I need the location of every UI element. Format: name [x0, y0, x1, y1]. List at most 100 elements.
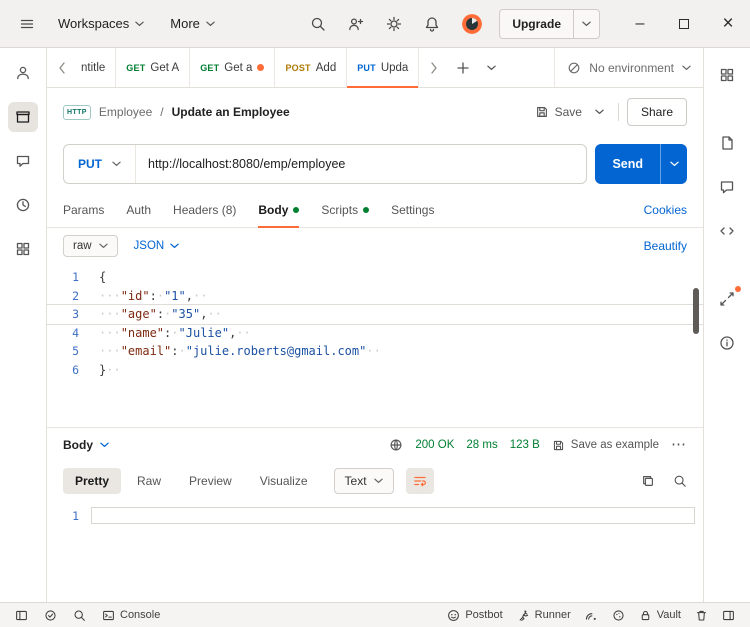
tab-body[interactable]: Body: [258, 192, 300, 228]
environment-selector[interactable]: No environment: [554, 48, 703, 87]
copy-response-icon[interactable]: [641, 474, 655, 488]
trash-icon[interactable]: [688, 603, 715, 627]
view-raw-button[interactable]: Raw: [125, 468, 173, 494]
capture-requests-icon[interactable]: [578, 603, 605, 627]
search-icon[interactable]: [303, 9, 333, 39]
status-bar: Console Postbot Runner Vault: [0, 602, 750, 627]
save-button[interactable]: Save: [535, 105, 582, 119]
send-button[interactable]: Send: [595, 144, 660, 184]
cookies-link[interactable]: Cookies: [644, 192, 687, 227]
beautify-link[interactable]: Beautify: [644, 239, 687, 253]
wrap-lines-icon[interactable]: [405, 468, 434, 494]
response-body-selector[interactable]: Body: [63, 438, 109, 452]
tab-options-chevron-icon[interactable]: [477, 48, 505, 87]
url-input[interactable]: [136, 145, 587, 183]
status-check-icon[interactable]: [37, 603, 64, 627]
breadcrumb-collection[interactable]: Employee: [99, 105, 152, 119]
save-as-example-button[interactable]: Save as example: [552, 439, 659, 452]
request-tab[interactable]: GET Get a: [190, 48, 276, 87]
code-line[interactable]: 4 ···"name":·"Julie",··: [47, 324, 703, 343]
upgrade-button-group: Upgrade: [499, 8, 600, 39]
minimize-button[interactable]: –: [618, 0, 662, 48]
console-button[interactable]: Console: [95, 603, 167, 627]
tabs-back-icon[interactable]: [47, 48, 77, 87]
close-button[interactable]: ×: [706, 0, 750, 48]
related-requests-icon[interactable]: [712, 284, 742, 314]
request-tab[interactable]: POST Add: [275, 48, 348, 87]
request-title[interactable]: Update an Employee: [172, 105, 290, 119]
code-line[interactable]: 3 ···"age":·"35",··: [47, 305, 703, 324]
two-pane-layout-icon[interactable]: [715, 603, 742, 627]
statusbar-right: Postbot Runner Vault: [440, 603, 742, 627]
network-globe-icon[interactable]: [389, 438, 403, 452]
response-header-row: Body 200 OK 28 ms 123 B Save as example …: [47, 428, 703, 462]
request-tab[interactable]: ntitle: [77, 48, 117, 87]
upgrade-caret[interactable]: [573, 9, 599, 38]
response-body-editor[interactable]: 1: [47, 500, 703, 602]
method-selector[interactable]: PUT: [64, 145, 136, 183]
code-snippet-icon[interactable]: [712, 216, 742, 246]
line-number: 1: [72, 508, 79, 523]
postman-logo[interactable]: [461, 13, 483, 35]
tab-auth[interactable]: Auth: [126, 192, 151, 227]
request-tab-active[interactable]: PUT Upda: [347, 48, 420, 88]
response-more-icon[interactable]: ⋯: [671, 437, 687, 452]
topbar: Workspaces More Upgrade – ×: [0, 0, 750, 48]
code-line[interactable]: 6}··: [47, 361, 703, 380]
code-line[interactable]: 2 ···"id":·"1",··: [47, 287, 703, 306]
vault-button[interactable]: Vault: [632, 603, 688, 627]
tab-headers[interactable]: Headers (8): [173, 192, 236, 227]
code-text: ···"email":·"julie.roberts@gmail.com"··: [99, 344, 381, 358]
sidebar-collections-icon[interactable]: [8, 102, 38, 132]
editor-scrollbar-thumb[interactable]: [693, 288, 699, 334]
settings-gear-icon[interactable]: [379, 9, 409, 39]
sidebar-flows-icon[interactable]: [8, 146, 38, 176]
postbot-button[interactable]: Postbot: [440, 603, 509, 627]
runner-button[interactable]: Runner: [510, 603, 578, 627]
cookies-jar-icon[interactable]: [605, 603, 632, 627]
invite-user-icon[interactable]: [341, 9, 371, 39]
view-visualize-button[interactable]: Visualize: [248, 468, 320, 494]
body-type-row: raw JSON Beautify: [47, 228, 703, 264]
search-response-icon[interactable]: [673, 474, 687, 488]
postbot-icon: [448, 609, 460, 621]
tab-scripts[interactable]: Scripts: [321, 192, 370, 227]
sidebar-apps-grid-icon[interactable]: [8, 234, 38, 264]
toggle-sidebar-icon[interactable]: [8, 603, 35, 627]
tabs-forward-icon[interactable]: [419, 48, 449, 87]
workspaces-menu[interactable]: Workspaces: [50, 10, 152, 37]
request-body-editor[interactable]: 1{2 ···"id":·"1",·· 3 ···"age":·"35",·· 4 ···…: [47, 264, 703, 428]
upgrade-button[interactable]: Upgrade: [500, 10, 573, 38]
response-empty-line[interactable]: [91, 507, 695, 524]
response-time: 28 ms: [466, 439, 498, 451]
comments-icon[interactable]: [712, 172, 742, 202]
environment-quicklook-icon[interactable]: [712, 60, 742, 90]
documentation-icon[interactable]: [712, 128, 742, 158]
notifications-bell-icon[interactable]: [417, 9, 447, 39]
response-format-selector[interactable]: Text: [333, 468, 394, 494]
tab-params[interactable]: Params: [63, 192, 104, 227]
code-line[interactable]: 1{: [47, 268, 703, 287]
info-icon[interactable]: [712, 328, 742, 358]
code-line[interactable]: 5 ···"email":·"julie.roberts@gmail.com"··: [47, 342, 703, 361]
tab-settings[interactable]: Settings: [391, 192, 434, 227]
new-tab-plus-icon[interactable]: [449, 48, 477, 87]
body-type-selector[interactable]: raw: [63, 235, 118, 257]
body-format-selector[interactable]: JSON: [134, 240, 180, 252]
more-menu[interactable]: More: [162, 10, 223, 37]
window-controls: – ×: [618, 0, 750, 48]
tab-params-label: Params: [63, 202, 105, 217]
sidebar-history-icon[interactable]: [8, 190, 38, 220]
save-options-chevron-icon[interactable]: [590, 102, 610, 122]
view-preview-button[interactable]: Preview: [177, 468, 244, 494]
http-request-icon: HTTP: [63, 104, 91, 120]
send-options-chevron-icon[interactable]: [660, 144, 687, 184]
view-pretty-button[interactable]: Pretty: [63, 468, 122, 494]
sidebar-profile-icon[interactable]: [8, 58, 38, 88]
save-as-example-label: Save as example: [570, 439, 659, 451]
share-button[interactable]: Share: [626, 98, 687, 126]
hamburger-menu-icon[interactable]: [12, 9, 42, 39]
find-replace-icon[interactable]: [66, 603, 93, 627]
maximize-button[interactable]: [662, 0, 706, 48]
request-tab[interactable]: GET Get A: [116, 48, 191, 87]
